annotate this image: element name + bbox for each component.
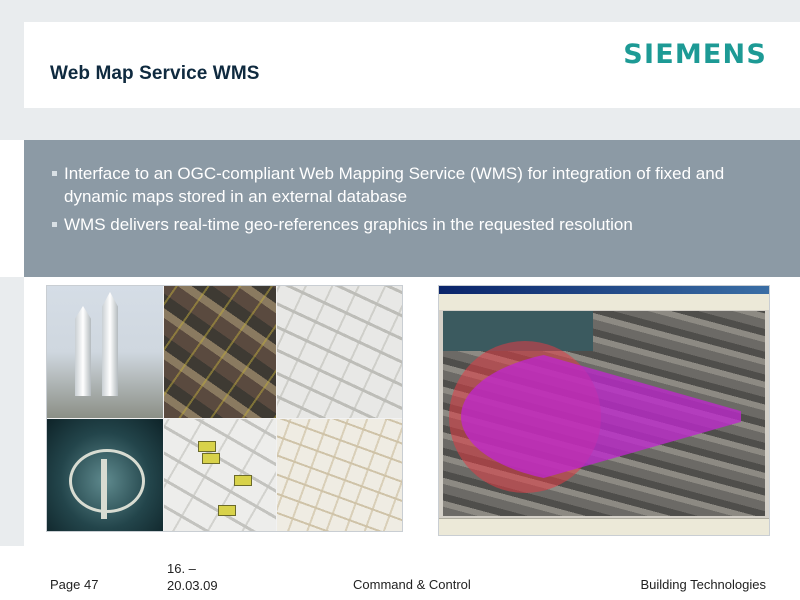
- poi-marker-icon: [202, 453, 220, 464]
- footer-right-text: Building Technologies: [640, 577, 766, 592]
- bullet-list: Interface to an OGC-compliant Web Mappin…: [52, 162, 772, 241]
- slide-title: Web Map Service WMS: [50, 63, 260, 84]
- palm-island-shape: [69, 449, 145, 513]
- tower-shape: [102, 292, 118, 396]
- footer-center-text: Command & Control: [353, 577, 471, 592]
- bullet-item: Interface to an OGC-compliant Web Mappin…: [52, 162, 772, 208]
- poi-map-tile: [164, 419, 276, 531]
- tower-shape: [75, 306, 91, 396]
- city-map-tile: [277, 419, 402, 531]
- window-status-bar: [439, 518, 769, 535]
- poi-marker-icon: [234, 475, 252, 486]
- poi-marker-icon: [198, 441, 216, 452]
- footer-date: 16. – 20.03.09: [167, 560, 218, 594]
- magenta-plume-zone: [461, 349, 741, 484]
- window-title-bar: [439, 286, 769, 294]
- map-collage-image: [46, 285, 403, 532]
- aerial-photo-tile: [164, 286, 276, 418]
- towers-photo-tile: [47, 286, 163, 418]
- window-toolbar: [439, 302, 769, 310]
- page-number: Page 47: [50, 577, 99, 592]
- aerial-map-view: [443, 311, 765, 516]
- palm-island-tile: [47, 419, 163, 531]
- palm-trunk-shape: [101, 459, 107, 519]
- footer-date-line: 16. –: [167, 561, 196, 576]
- wms-application-screenshot: [438, 285, 770, 536]
- poi-marker-icon: [218, 505, 236, 516]
- footer-date-line: 20.03.09: [167, 578, 218, 593]
- street-map-tile: [277, 286, 402, 418]
- bullet-item: WMS delivers real-time geo-references gr…: [52, 213, 772, 236]
- siemens-logo: SIEMENS: [623, 39, 767, 70]
- spacer-band: [0, 109, 800, 140]
